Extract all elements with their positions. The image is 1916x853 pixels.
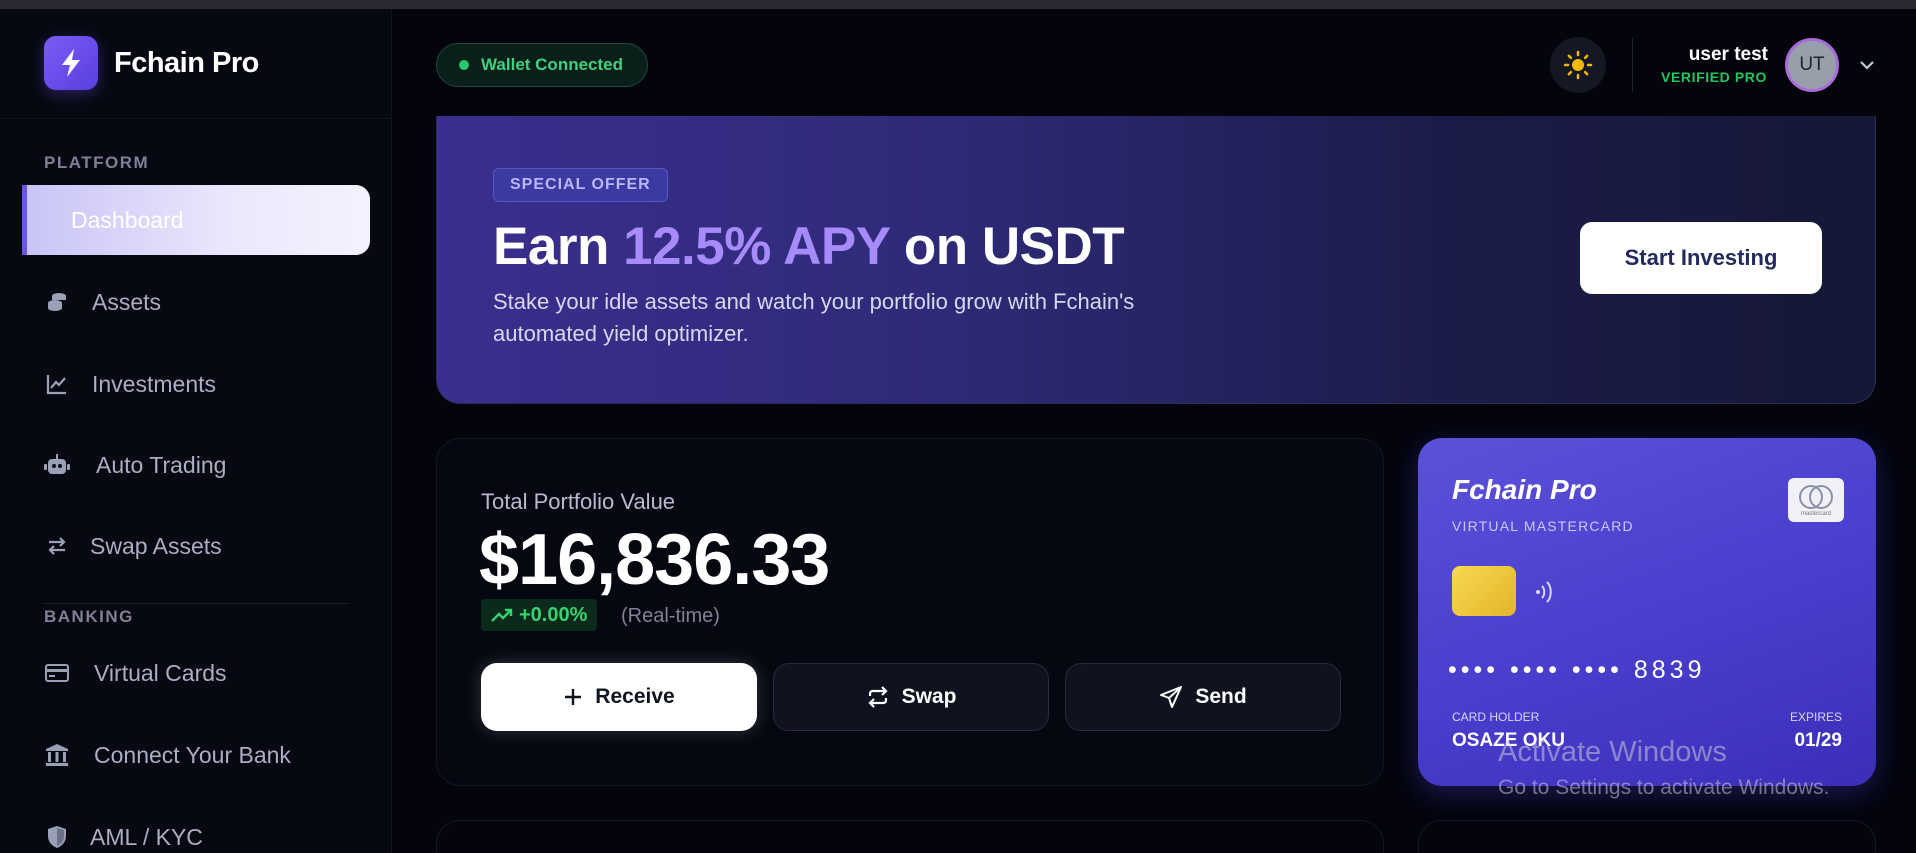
wallet-status-text: Wallet Connected: [481, 55, 623, 74]
portfolio-realtime-note: (Real-time): [621, 605, 720, 627]
user-name: user test: [1688, 44, 1768, 65]
promo-title: Earn 12.5% APY on USDT: [493, 216, 1125, 277]
send-button[interactable]: Send: [1065, 663, 1341, 731]
mastercard-logo-icon: mastercard: [1788, 478, 1844, 522]
section-label-platform: PLATFORM: [44, 153, 150, 172]
bottom-card-left: [436, 820, 1384, 853]
card-brand: Fchain Pro: [1452, 474, 1597, 505]
sidebar-item-label: Auto Trading: [96, 451, 227, 478]
send-label: Send: [1195, 685, 1247, 708]
trend-up-icon: [491, 608, 513, 622]
swap-label: Swap: [901, 685, 957, 708]
receive-label: Receive: [595, 685, 675, 708]
card-type: VIRTUAL MASTERCARD: [1452, 518, 1634, 534]
promo-description: Stake your idle assets and watch your po…: [493, 289, 1135, 346]
activate-windows-subtitle: Go to Settings to activate Windows.: [1498, 776, 1830, 799]
activate-windows-title: Activate Windows: [1498, 736, 1727, 768]
shield-icon: [44, 824, 70, 850]
promo-title-pre: Earn: [493, 217, 624, 276]
sidebar-item-swap-assets[interactable]: Swap Assets: [22, 511, 370, 581]
card-holder-label: CARD HOLDER: [1452, 710, 1540, 724]
sidebar-item-investments[interactable]: Investments: [22, 349, 370, 419]
bottom-card-right: [1418, 820, 1876, 853]
card-chip-icon: [1452, 566, 1516, 616]
lightning-logo-icon: [44, 36, 98, 90]
avatar[interactable]: UT: [1785, 38, 1839, 92]
brand: Fchain Pro: [0, 9, 392, 119]
bank-icon: [44, 742, 70, 768]
portfolio-card: Total Portfolio Value $16,836.33 +0.00% …: [436, 438, 1384, 786]
swap-icon: [44, 533, 70, 559]
brand-name: Fchain Pro: [114, 47, 259, 79]
sidebar-item-label: Connect Your Bank: [94, 741, 291, 768]
portfolio-label: Total Portfolio Value: [481, 489, 676, 514]
virtual-card[interactable]: Fchain Pro VIRTUAL MASTERCARD mastercard…: [1418, 438, 1876, 786]
sidebar-item-assets[interactable]: Assets: [22, 267, 370, 337]
card-expires-label: EXPIRES: [1789, 710, 1842, 724]
portfolio-change-value: +0.00%: [519, 603, 588, 626]
sidebar-divider: [44, 603, 348, 604]
wallet-status-badge[interactable]: Wallet Connected: [436, 43, 648, 87]
card-number: •••• •••• •••• 8839: [1448, 656, 1706, 684]
contactless-icon: [1536, 581, 1552, 603]
chevron-down-icon[interactable]: [1858, 56, 1876, 74]
credit-card-icon: [44, 660, 70, 686]
chart-line-icon: [44, 371, 70, 397]
sidebar-item-auto-trading[interactable]: Auto Trading: [22, 430, 370, 500]
status-dot-icon: [459, 60, 469, 70]
sidebar: Fchain Pro PLATFORM Dashboard Assets Inv…: [0, 9, 392, 853]
sidebar-item-virtual-cards[interactable]: Virtual Cards: [22, 638, 370, 708]
receive-button[interactable]: Receive: [481, 663, 757, 731]
section-label-banking: BANKING: [44, 607, 134, 626]
mastercard-logo-text: mastercard: [1800, 510, 1831, 517]
header-divider: [1632, 38, 1633, 92]
sun-icon: [1563, 50, 1593, 80]
promo-banner: SPECIAL OFFER Earn 12.5% APY on USDT Sta…: [436, 116, 1876, 404]
sidebar-item-label: Dashboard: [71, 206, 184, 233]
sidebar-item-label: Investments: [92, 370, 216, 397]
portfolio-value: $16,836.33: [479, 520, 830, 600]
swap-icon: [868, 686, 888, 708]
send-icon: [1160, 686, 1183, 708]
plus-icon: [565, 689, 582, 705]
special-offer-tag: SPECIAL OFFER: [493, 168, 668, 202]
swap-button[interactable]: Swap: [773, 663, 1049, 731]
robot-icon: [44, 452, 70, 478]
sidebar-item-aml-kyc[interactable]: AML / KYC: [22, 802, 370, 853]
promo-title-highlight: 12.5% APY: [623, 217, 890, 276]
user-verified-badge: VERIFIED PRO: [1661, 69, 1767, 85]
promo-title-post: on USDT: [889, 217, 1125, 276]
sidebar-item-dashboard[interactable]: Dashboard: [22, 185, 370, 255]
avatar-initials: UT: [1799, 54, 1825, 75]
theme-toggle-button[interactable]: [1550, 37, 1606, 93]
portfolio-change-badge: +0.00%: [481, 599, 598, 631]
sidebar-item-connect-bank[interactable]: Connect Your Bank: [22, 720, 370, 790]
sidebar-item-label: Assets: [92, 288, 162, 315]
sidebar-item-label: AML / KYC: [90, 823, 203, 850]
sidebar-item-label: Swap Assets: [90, 532, 222, 559]
start-investing-button[interactable]: Start Investing: [1580, 222, 1822, 294]
card-expires-value: 01/29: [1794, 730, 1842, 751]
sidebar-item-label: Virtual Cards: [94, 659, 227, 686]
window-top-strip: [0, 0, 1916, 9]
coins-icon: [44, 289, 70, 315]
